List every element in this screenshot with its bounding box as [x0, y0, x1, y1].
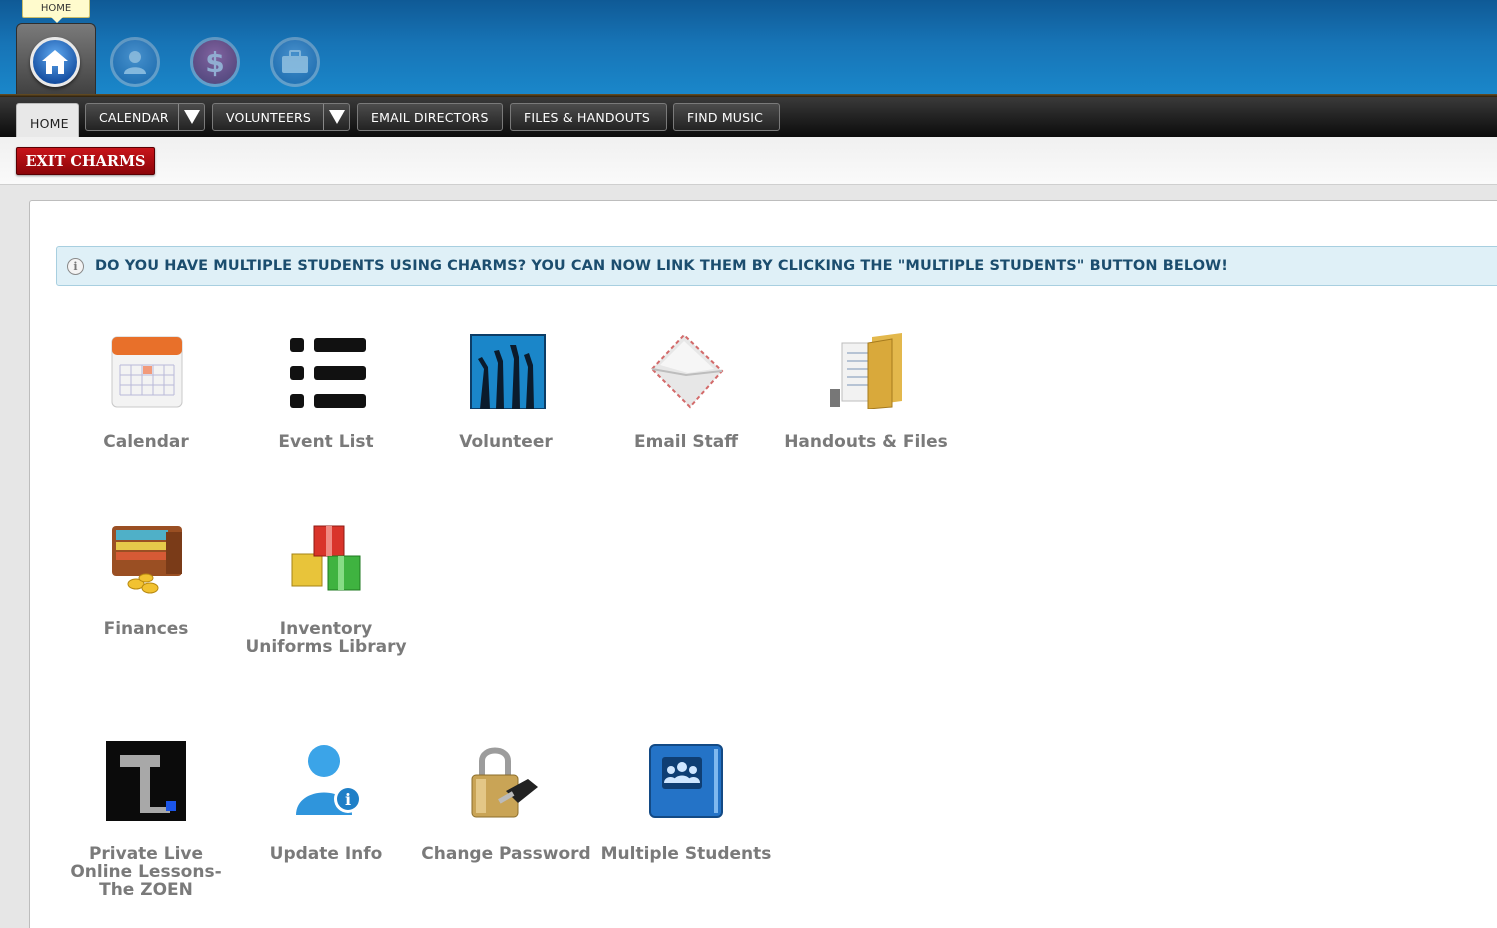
exit-charms-button[interactable]: EXIT CHARMS — [16, 147, 155, 175]
info-icon: i — [67, 257, 84, 275]
svg-text:i: i — [345, 790, 351, 809]
action-bar: EXIT CHARMS — [0, 137, 1497, 185]
home-icon[interactable] — [30, 37, 80, 87]
tile-label: Handouts & Files — [784, 432, 948, 452]
tile-label: Inventory Uniforms Library — [245, 619, 407, 657]
person-icon[interactable] — [110, 37, 160, 87]
tab-find-music[interactable]: FIND MUSIC — [673, 103, 780, 131]
tile-label: Volunteer — [459, 432, 553, 452]
tab-calendar[interactable]: CALENDAR — [85, 103, 205, 131]
wallet-icon — [106, 516, 186, 596]
main-nav: HOME CALENDAR VOLUNTEERS EMAIL DIRECTORS… — [0, 97, 1497, 137]
tile-label: Multiple Students — [600, 844, 772, 864]
tile-label: Finances — [103, 619, 189, 639]
tab-email-directors[interactable]: EMAIL DIRECTORS — [357, 103, 503, 131]
info-banner: i DO YOU HAVE MULTIPLE STUDENTS USING CH… — [56, 246, 1497, 286]
group-book-icon — [646, 741, 726, 821]
briefcase-icon[interactable] — [270, 37, 320, 87]
tile-label: Event List — [278, 432, 374, 452]
chevron-down-icon[interactable] — [178, 104, 204, 130]
tile-label: Private Live Online Lessons-The ZOEN — [70, 844, 222, 900]
content-panel: i DO YOU HAVE MULTIPLE STUDENTS USING CH… — [29, 200, 1497, 928]
envelope-icon — [646, 329, 726, 409]
calendar-icon — [106, 329, 186, 409]
top-header: HOME $ — [0, 0, 1497, 97]
tile-label: Update Info — [269, 844, 383, 864]
banner-text: DO YOU HAVE MULTIPLE STUDENTS USING CHAR… — [95, 258, 1228, 274]
svg-text:$: $ — [205, 46, 224, 78]
tab-home[interactable]: HOME — [16, 103, 79, 137]
tile-label: Email Staff — [634, 432, 738, 452]
padlock-key-icon — [466, 741, 546, 821]
home-tooltip: HOME — [22, 0, 90, 23]
tab-files-handouts[interactable]: FILES & HANDOUTS — [510, 103, 667, 131]
tile-label: Change Password — [421, 844, 591, 864]
chevron-down-icon[interactable] — [323, 104, 349, 130]
folder-icon — [826, 329, 906, 410]
zoen-logo-icon — [106, 741, 186, 821]
user-info-icon: i — [286, 741, 366, 821]
tab-volunteers[interactable]: VOLUNTEERS — [212, 103, 350, 131]
list-icon — [286, 329, 366, 409]
boxes-icon — [286, 516, 366, 596]
tile-label: Calendar — [103, 432, 189, 452]
raised-hands-icon — [466, 329, 546, 410]
dollar-icon[interactable]: $ — [190, 37, 240, 87]
